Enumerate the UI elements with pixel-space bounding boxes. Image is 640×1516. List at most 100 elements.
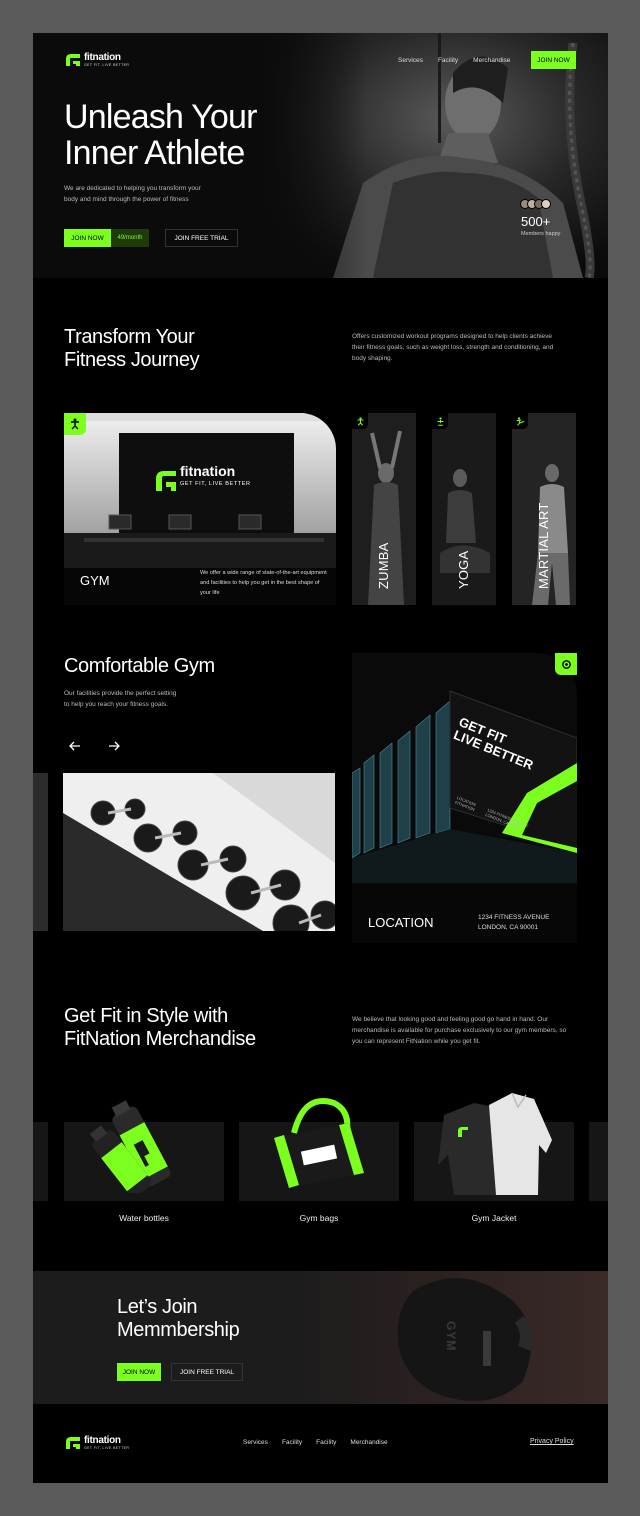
footer-link-facility-2[interactable]: Facility xyxy=(316,1439,336,1446)
facility-description: Our facilities provide the perfect setti… xyxy=(64,688,264,710)
hero-subtitle-line2: body and mind through the power of fitne… xyxy=(64,196,189,203)
hero-trial-button[interactable]: JOIN FREE TRIAL xyxy=(165,229,238,247)
landing-page: fitnation GET FIT, LIVE BETTER Services … xyxy=(33,33,608,1483)
yoga-badge xyxy=(432,413,448,429)
gym-wall-brand: fitnation xyxy=(180,463,236,479)
nav-link-merchandise[interactable]: Merchandise xyxy=(473,57,510,64)
address-line2: LONDON, CA 90001 xyxy=(478,924,538,931)
hero-subtitle: We are dedicated to helping you transfor… xyxy=(64,183,264,205)
gym-description: We offer a wide range of state-of-the-ar… xyxy=(200,570,327,596)
merch-label-jacket: Gym Jacket xyxy=(471,1213,517,1223)
brand-name: fitnation xyxy=(84,52,121,63)
location-card[interactable]: GET FIT LIVE BETTER LOCATION FITNATION 12… xyxy=(352,653,577,943)
merch-prev-peek xyxy=(33,1122,48,1201)
hero-title-line2: Inner Athlete xyxy=(64,134,245,172)
main-nav: Services Facility Merchandise xyxy=(398,57,510,64)
brand-mark-icon xyxy=(66,54,80,67)
cta-title: Let’s Join Memmbership xyxy=(117,1296,337,1342)
location-label: LOCATION xyxy=(368,915,434,930)
footer-brand-tagline: GET FIT, LIVE BETTER xyxy=(84,1446,130,1450)
hero-join-group[interactable]: JOIN NOW 49/month xyxy=(64,229,149,247)
nav-join-button[interactable]: JOIN NOW xyxy=(531,51,576,69)
merch-item-bottles[interactable]: Water bottles xyxy=(64,1083,224,1228)
location-address: 1234 FITNESS AVENUE LONDON, CA 90001 xyxy=(478,913,549,933)
class-card-martial-art[interactable]: MARTIAL ART xyxy=(512,413,576,605)
gym-wall-tagline: GET FIT, LIVE BETTER xyxy=(180,481,251,487)
privacy-policy-link[interactable]: Privacy Policy xyxy=(530,1438,574,1445)
transform-title-line2: Fitness Journey xyxy=(64,349,200,371)
dance-icon xyxy=(357,416,363,426)
arrow-left-icon xyxy=(69,741,80,751)
gym-label: GYM xyxy=(80,573,110,588)
yoga-label: YOGA xyxy=(456,550,471,589)
zumba-label: ZUMBA xyxy=(376,542,391,590)
merch-title: Get Fit in Style with FitNation Merchand… xyxy=(64,1005,324,1051)
transform-title: Transform Your Fitness Journey xyxy=(64,326,284,372)
martial-art-badge xyxy=(512,413,528,429)
dumbbell-rack-photo[interactable] xyxy=(63,773,335,931)
hero-title: Unleash Your Inner Athlete xyxy=(64,99,324,171)
merch-description: We believe that looking good and feeling… xyxy=(352,1016,567,1045)
hero-subtitle-line1: We are dedicated to helping you transfor… xyxy=(64,185,201,192)
gym-card[interactable]: fitnation GET FIT, LIVE BETTER GYM We of… xyxy=(64,413,336,605)
carousel-prev-button[interactable] xyxy=(68,739,82,753)
gym-jacket-image xyxy=(438,1092,552,1195)
arrow-right-icon xyxy=(109,741,120,751)
facility-description-line1: Our facilities provide the perfect setti… xyxy=(64,690,177,697)
members-label: Members happy xyxy=(521,231,561,237)
members-count: 500+ xyxy=(521,214,551,229)
cta-trial-button[interactable]: JOIN FREE TRIAL xyxy=(171,1363,243,1381)
cta-title-line1: Let’s Join xyxy=(117,1296,198,1318)
location-badge xyxy=(555,653,577,675)
map-pin-icon xyxy=(561,659,571,669)
merch-title-line2: FitNation Merchandise xyxy=(64,1028,256,1050)
merch-next-peek xyxy=(589,1122,608,1201)
footer-nav: Services Facility Facility Merchandise xyxy=(243,1439,388,1446)
hero-join-button[interactable]: JOIN NOW xyxy=(64,229,111,247)
nav-link-facility[interactable]: Facility xyxy=(438,57,458,64)
martial-art-label: MARTIAL ART xyxy=(536,502,551,589)
merch-label-bags: Gym bags xyxy=(299,1213,339,1223)
hero-title-line1: Unleash Your xyxy=(64,98,257,136)
class-card-yoga[interactable]: YOGA xyxy=(432,413,496,605)
footer: fitnation GET FIT, LIVE BETTER Services … xyxy=(33,1404,608,1483)
brand-logo[interactable]: fitnation GET FIT, LIVE BETTER xyxy=(65,53,129,68)
person-exercise-icon xyxy=(71,418,79,430)
class-card-zumba[interactable]: ZUMBA xyxy=(352,413,416,605)
footer-link-merchandise[interactable]: Merchandise xyxy=(350,1439,387,1446)
transform-title-line1: Transform Your xyxy=(64,326,195,348)
footer-brand-name: fitnation xyxy=(84,1435,121,1446)
glove-text: GYM xyxy=(444,1321,458,1352)
transform-description: Offers customized workout programs desig… xyxy=(352,333,554,362)
member-avatars xyxy=(520,199,551,209)
merch-item-jacket[interactable]: Gym Jacket xyxy=(414,1083,574,1228)
carousel-next-button[interactable] xyxy=(107,739,121,753)
membership-cta: GYM Let’s Join Memmbership JOIN NOW JOIN… xyxy=(33,1271,608,1404)
avatar xyxy=(541,199,551,209)
hero-price-badge: 49/month xyxy=(111,229,149,247)
gym-bag-image xyxy=(274,1098,364,1188)
cta-title-line2: Memmbership xyxy=(117,1319,240,1341)
building-billboard-photo xyxy=(352,653,577,883)
facility-description-line2: to help you reach your fitness goals. xyxy=(64,701,169,708)
brand-tagline: GET FIT, LIVE BETTER xyxy=(84,63,130,67)
facility-title: Comfortable Gym xyxy=(64,655,215,677)
zumba-badge xyxy=(352,413,368,429)
gym-badge xyxy=(64,413,86,435)
footer-logo[interactable]: fitnation GET FIT, LIVE BETTER xyxy=(65,1436,129,1451)
water-bottles-image xyxy=(89,1100,171,1193)
kick-icon xyxy=(516,416,524,426)
footer-link-services[interactable]: Services xyxy=(243,1439,268,1446)
yoga-pose-icon xyxy=(437,416,443,426)
address-line1: 1234 FITNESS AVENUE xyxy=(478,914,550,921)
nav-link-services[interactable]: Services xyxy=(398,57,423,64)
footer-link-facility[interactable]: Facility xyxy=(282,1439,302,1446)
brand-mark-icon xyxy=(66,1437,80,1450)
merch-title-line1: Get Fit in Style with xyxy=(64,1005,228,1027)
hero-section: fitnation GET FIT, LIVE BETTER Services … xyxy=(33,33,608,278)
cta-join-button[interactable]: JOIN NOW xyxy=(117,1363,161,1381)
merch-label-bottles: Water bottles xyxy=(119,1213,169,1223)
merch-item-bags[interactable]: Gym bags xyxy=(239,1083,399,1228)
gym-interior-photo xyxy=(64,413,336,568)
carousel-prev-peek xyxy=(33,773,48,931)
